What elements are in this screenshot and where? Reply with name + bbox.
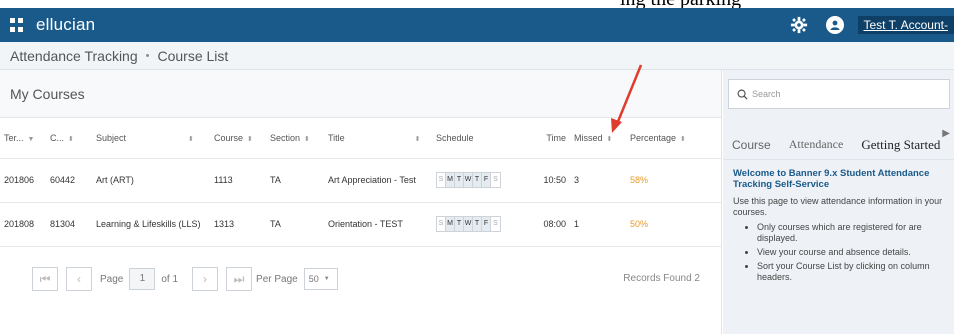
cell-missed: 3 [570, 158, 626, 203]
cell-course: 1313 [210, 202, 266, 247]
chevron-right-icon: › [203, 272, 208, 286]
top-bar: ellucian Test T. Account- [0, 8, 954, 42]
cell-schedule: SMTWTFS [432, 158, 532, 203]
cell-percentage: 58% [626, 158, 722, 203]
gear-icon[interactable] [790, 16, 808, 34]
cell-section: TA [266, 202, 324, 247]
col-crn[interactable]: C... ⬍ [46, 118, 92, 159]
tab-attendance[interactable]: Attendance [780, 137, 853, 152]
first-page-button[interactable]: ⏮ [32, 267, 58, 291]
col-subject[interactable]: Subject ⬍ [92, 118, 210, 159]
cell-term: 201808 [0, 202, 46, 247]
next-page-button[interactable]: › [192, 267, 219, 291]
last-page-button[interactable]: ⏭ [226, 267, 253, 291]
breadcrumb: Attendance Tracking • Course List [0, 42, 954, 70]
list-item: Sort your Course List by clicking on col… [757, 261, 953, 283]
side-tabs: Course Attendance Getting Started ▶ [723, 128, 954, 160]
intro-text: Use this page to view attendance informa… [733, 196, 943, 217]
tab-course[interactable]: Course [723, 138, 780, 152]
caption-strip: ing the parking [0, 0, 954, 10]
breadcrumb-app[interactable]: Attendance Tracking [10, 48, 138, 64]
brand-logo: ellucian [36, 15, 96, 34]
course-table: Ter... ▼ C... ⬍ Subject ⬍ Course ⬍ Section ⬍ … [0, 118, 722, 247]
app-grid-icon[interactable] [10, 18, 24, 32]
chevron-left-icon: ‹ [77, 272, 81, 286]
getting-started-content: Welcome to Banner 9.x Student Attendance… [733, 168, 953, 286]
cell-course: 1113 [210, 158, 266, 203]
list-item: Only courses which are registered for ar… [757, 222, 953, 244]
page-count-label: of 1 [161, 273, 179, 285]
breadcrumb-page: Course List [157, 47, 229, 64]
section-title: My Courses [0, 70, 721, 118]
tab-scroll-right-icon[interactable]: ▶ [942, 128, 950, 139]
col-title[interactable]: Title ⬍ [324, 118, 432, 159]
search-placeholder: Search [752, 89, 781, 99]
tab-getting-started[interactable]: Getting Started [852, 137, 949, 153]
cell-crn: 60442 [46, 158, 92, 203]
welcome-title: Welcome to Banner 9.x Student Attendance… [733, 168, 930, 190]
cell-title: Art Appreciation - Test [324, 158, 432, 203]
col-percentage[interactable]: Percentage ⬍ [626, 118, 722, 159]
schedule-days: SMTWTFS [436, 172, 501, 188]
list-item: View your course and absence details. [757, 247, 953, 258]
prev-page-button[interactable]: ‹ [66, 267, 92, 291]
first-page-icon: ⏮ [39, 271, 51, 286]
cell-time: 10:50 [532, 158, 570, 203]
col-course[interactable]: Course ⬍ [210, 118, 266, 159]
col-missed[interactable]: Missed ⬍ [570, 118, 626, 159]
search-icon [737, 89, 748, 100]
page-label: Page [100, 273, 124, 285]
help-list: Only courses which are registered for ar… [733, 222, 953, 283]
cell-section: TA [266, 158, 324, 203]
last-page-icon: ⏭ [233, 271, 245, 286]
col-section[interactable]: Section ⬍ [266, 118, 324, 159]
per-page-label: Per Page [256, 273, 298, 285]
side-panel: Search Course Attendance Getting Started… [723, 70, 954, 334]
table-row[interactable]: 201808 81304 Learning & Lifeskills (LLS)… [0, 202, 722, 247]
col-schedule[interactable]: Schedule [432, 118, 532, 159]
col-time[interactable]: Time [532, 118, 570, 159]
records-found: Records Found 2 [623, 273, 700, 284]
cell-term: 201806 [0, 158, 46, 203]
user-avatar-icon[interactable] [825, 16, 844, 34]
pagination-bar: ⏮ ‹ Page 1 of 1 › ⏭ Per Page 50 ▼ Record… [0, 255, 722, 303]
cell-subject: Art (ART) [92, 158, 210, 203]
cell-missed: 1 [570, 202, 626, 247]
user-name-link[interactable]: Test T. Account- [857, 16, 954, 34]
cell-schedule: SMTWTFS [432, 202, 532, 247]
table-header-row: Ter... ▼ C... ⬍ Subject ⬍ Course ⬍ Section ⬍ … [0, 118, 722, 159]
caret-down-icon: ▼ [323, 276, 330, 282]
page-number-input[interactable]: 1 [129, 268, 156, 290]
cell-time: 08:00 [532, 202, 570, 247]
col-term[interactable]: Ter... ▼ [0, 118, 46, 159]
cell-crn: 81304 [46, 202, 92, 247]
search-field[interactable]: Search [728, 79, 950, 109]
main-panel: My Courses Ter... ▼ C... ⬍ Subject ⬍ Course… [0, 70, 722, 334]
table-row[interactable]: 201806 60442 Art (ART) 1113 TA Art Appre… [0, 158, 722, 203]
cell-percentage: 50% [626, 202, 722, 247]
per-page-select[interactable]: 50 ▼ [303, 268, 338, 290]
cell-subject: Learning & Lifeskills (LLS) [92, 202, 210, 247]
breadcrumb-separator: • [145, 49, 150, 62]
schedule-days: SMTWTFS [436, 216, 501, 232]
cell-title: Orientation - TEST [324, 202, 432, 247]
